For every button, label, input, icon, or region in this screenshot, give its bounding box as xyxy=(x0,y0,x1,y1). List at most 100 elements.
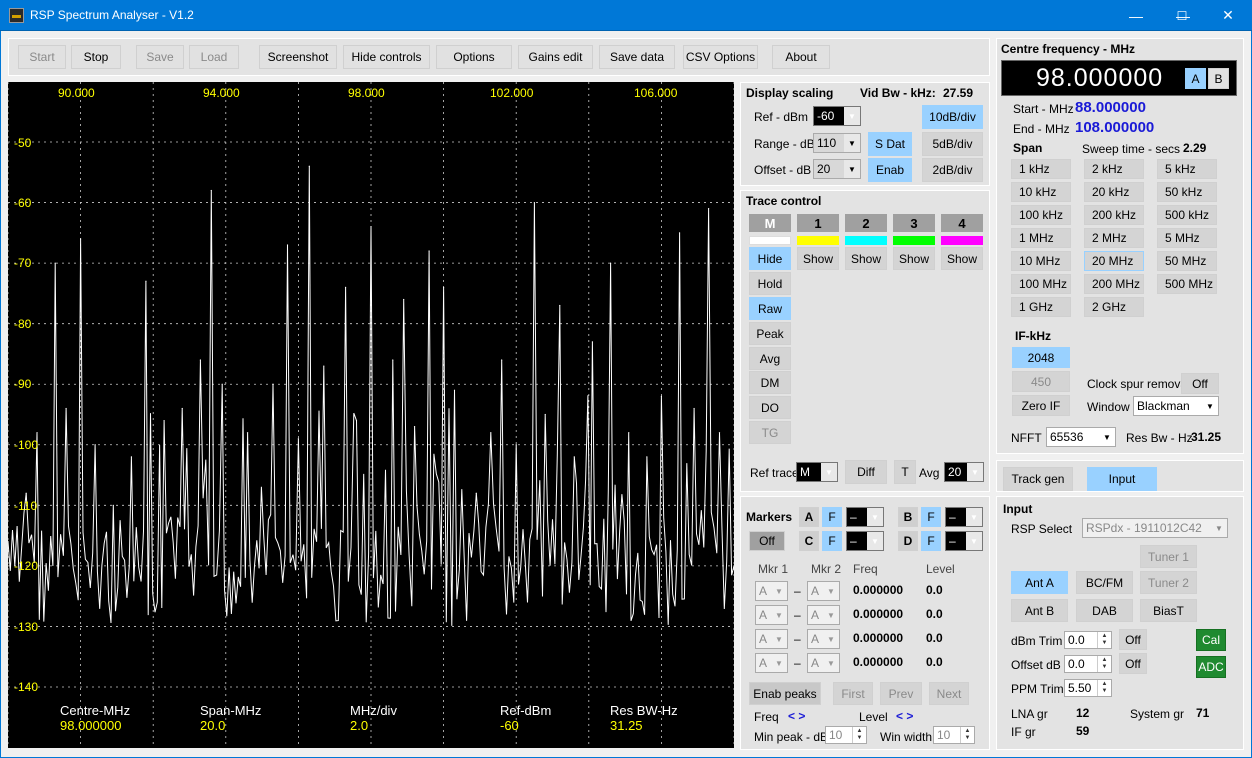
marker-d-f-button[interactable]: F xyxy=(921,531,941,551)
tg-button[interactable]: TG xyxy=(749,421,791,444)
marker-row-mkr1-select[interactable]: A ▼ xyxy=(755,629,788,649)
clock-spur-toggle[interactable]: Off xyxy=(1181,373,1219,394)
span-button[interactable]: 2 MHz xyxy=(1084,228,1144,248)
hold-button[interactable]: Hold xyxy=(749,272,791,295)
gains-edit-button[interactable]: Gains edit xyxy=(518,45,593,69)
stop-button[interactable]: Stop xyxy=(71,45,121,69)
about-button[interactable]: About xyxy=(772,45,830,69)
first-button[interactable]: First xyxy=(833,682,873,705)
do-button[interactable]: DO xyxy=(749,396,791,419)
span-button[interactable]: 20 MHz xyxy=(1084,251,1144,271)
tuner-1-button[interactable]: Tuner 1 xyxy=(1140,545,1197,568)
options-button[interactable]: Options xyxy=(436,45,512,69)
offset-off-button[interactable]: Off xyxy=(1119,653,1147,674)
marker-b-button[interactable]: B xyxy=(898,507,918,527)
peak-button[interactable]: Peak xyxy=(749,322,791,345)
csv-options-button[interactable]: CSV Options xyxy=(683,45,758,69)
span-button[interactable]: 10 kHz xyxy=(1011,182,1071,202)
span-button[interactable]: 5 MHz xyxy=(1157,228,1217,248)
marker-b-select[interactable]: – ▼ xyxy=(945,507,983,527)
freq-nav-arrows[interactable]: < > xyxy=(788,709,805,723)
centre-frequency-display[interactable]: 98.000000 A B xyxy=(1001,60,1237,96)
ppm-trim-input[interactable]: 5.50 ▲ ▼ xyxy=(1064,679,1112,697)
marker-d-button[interactable]: D xyxy=(898,531,918,551)
prev-button[interactable]: Prev xyxy=(880,682,922,705)
span-button[interactable]: 20 kHz xyxy=(1084,182,1144,202)
nfft-select[interactable]: 65536 ▼ xyxy=(1046,427,1116,447)
s-dat-button[interactable]: S Dat xyxy=(868,132,912,156)
span-button[interactable]: 2 GHz xyxy=(1084,297,1144,317)
trace-3-show-button[interactable]: Show xyxy=(893,247,935,270)
if-450-button[interactable]: 450 xyxy=(1012,371,1070,392)
span-button[interactable]: 1 GHz xyxy=(1011,297,1071,317)
dbm-trim-off-button[interactable]: Off xyxy=(1119,629,1147,650)
avg-button[interactable]: Avg xyxy=(749,347,791,370)
markers-off-button[interactable]: Off xyxy=(749,531,785,551)
span-button[interactable]: 100 kHz xyxy=(1011,205,1071,225)
track-gen-button[interactable]: Track gen xyxy=(1003,467,1073,491)
hide-controls-button[interactable]: Hide controls xyxy=(343,45,430,69)
marker-c-button[interactable]: C xyxy=(799,531,819,551)
span-button[interactable]: 1 MHz xyxy=(1011,228,1071,248)
ant-b-button[interactable]: Ant B xyxy=(1011,599,1068,622)
10db-div-button[interactable]: 10dB/div xyxy=(922,105,983,129)
range-db-select[interactable]: 110 ▼ xyxy=(813,133,861,153)
span-button[interactable]: 200 kHz xyxy=(1084,205,1144,225)
bias-t-button[interactable]: BiasT xyxy=(1140,599,1197,622)
cal-button[interactable]: Cal xyxy=(1196,629,1226,651)
min-peak-input[interactable]: 10 ▲ ▼ xyxy=(825,726,867,744)
marker-a-f-button[interactable]: F xyxy=(822,507,842,527)
bc-fm-button[interactable]: BC/FM xyxy=(1076,571,1133,594)
load-button[interactable]: Load xyxy=(189,45,239,69)
marker-row-mkr1-select[interactable]: A ▼ xyxy=(755,605,788,625)
span-button[interactable]: 2 kHz xyxy=(1084,159,1144,179)
ref-trace-select[interactable]: M ▼ xyxy=(796,462,838,482)
marker-a-select[interactable]: – ▼ xyxy=(846,507,884,527)
span-button[interactable]: 200 MHz xyxy=(1084,274,1144,294)
enab-peaks-button[interactable]: Enab peaks xyxy=(749,682,821,705)
save-button[interactable]: Save xyxy=(136,45,184,69)
span-button[interactable]: 10 MHz xyxy=(1011,251,1071,271)
tuner-2-button[interactable]: Tuner 2 xyxy=(1140,571,1197,594)
offset-db-input[interactable]: 0.0 ▲ ▼ xyxy=(1064,655,1112,673)
vfo-a-button[interactable]: A xyxy=(1185,68,1206,89)
minimize-button-2[interactable]: — xyxy=(1113,0,1159,31)
marker-a-button[interactable]: A xyxy=(799,507,819,527)
t-button[interactable]: T xyxy=(894,460,916,484)
next-button[interactable]: Next xyxy=(929,682,969,705)
trace-4-show-button[interactable]: Show xyxy=(941,247,983,270)
zero-if-button[interactable]: Zero IF xyxy=(1012,395,1070,416)
dab-button[interactable]: DAB xyxy=(1076,599,1133,622)
input-button[interactable]: Input xyxy=(1087,467,1157,491)
dbm-trim-input[interactable]: 0.0 ▲ ▼ xyxy=(1064,631,1112,649)
trace-2-show-button[interactable]: Show xyxy=(845,247,887,270)
marker-row-mkr2-select[interactable]: A ▼ xyxy=(807,629,840,649)
marker-d-select[interactable]: – ▼ xyxy=(945,531,983,551)
end-mhz-value[interactable]: 108.000000 xyxy=(1075,119,1154,136)
if-2048-button[interactable]: 2048 xyxy=(1012,347,1070,368)
marker-row-mkr1-select[interactable]: A ▼ xyxy=(755,581,788,601)
span-button[interactable]: 100 MHz xyxy=(1011,274,1071,294)
marker-c-f-button[interactable]: F xyxy=(822,531,842,551)
start-button[interactable]: Start xyxy=(18,45,66,69)
ant-a-button[interactable]: Ant A xyxy=(1011,571,1068,594)
span-button[interactable]: 50 MHz xyxy=(1157,251,1217,271)
save-data-button[interactable]: Save data xyxy=(599,45,675,69)
span-button[interactable]: 5 kHz xyxy=(1157,159,1217,179)
marker-row-mkr1-select[interactable]: A ▼ xyxy=(755,653,788,673)
screenshot-button[interactable]: Screenshot xyxy=(259,45,337,69)
diff-button[interactable]: Diff xyxy=(845,460,887,484)
level-nav-arrows[interactable]: < > xyxy=(896,709,913,723)
rsp-select[interactable]: RSPdx - 1911012C42 ▼ xyxy=(1082,518,1228,538)
marker-c-select[interactable]: – ▼ xyxy=(846,531,884,551)
marker-row-mkr2-select[interactable]: A ▼ xyxy=(807,581,840,601)
span-button[interactable]: 1 kHz xyxy=(1011,159,1071,179)
offset-db-select[interactable]: 20 ▼ xyxy=(813,159,861,179)
close-button[interactable]: ✕ xyxy=(1205,0,1251,31)
span-button[interactable]: 500 kHz xyxy=(1157,205,1217,225)
dm-button[interactable]: DM xyxy=(749,371,791,394)
enab-button[interactable]: Enab xyxy=(868,158,912,182)
ref-dbm-select[interactable]: -60 ▼ xyxy=(813,106,861,126)
spectrum-plot[interactable]: 90.000 94.000 98.000 102.000 106.000 -50… xyxy=(8,82,734,748)
marker-b-f-button[interactable]: F xyxy=(921,507,941,527)
